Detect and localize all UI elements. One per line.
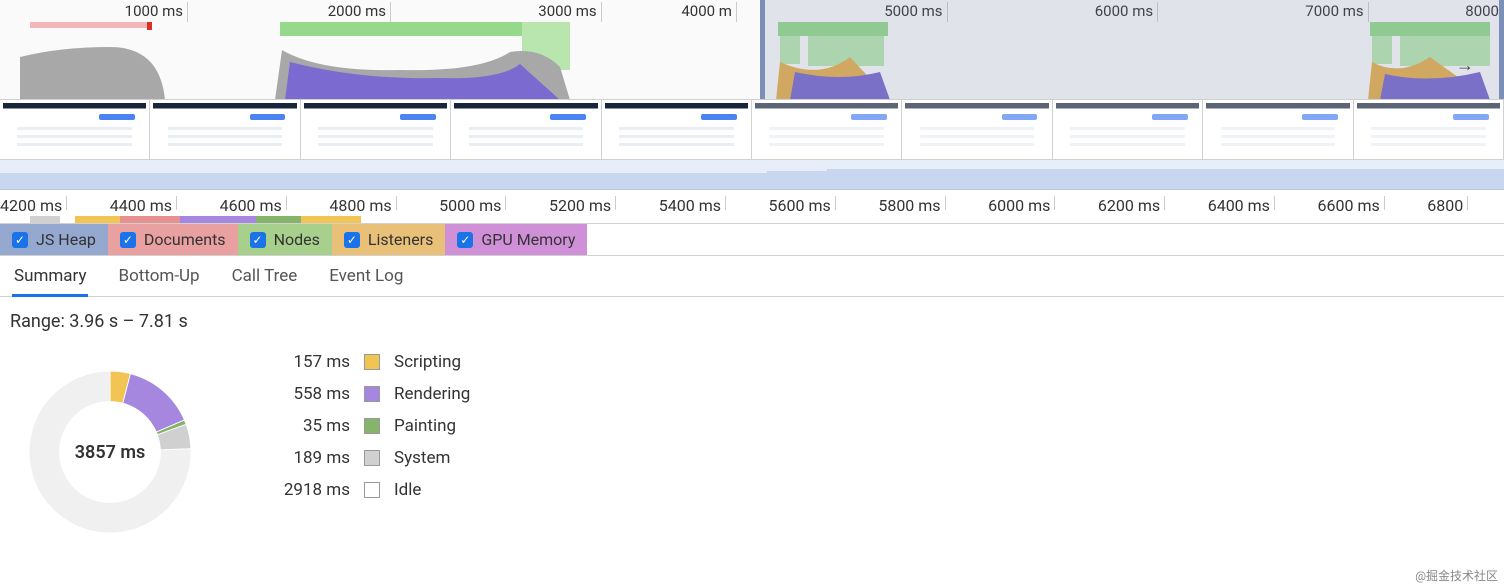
tick: 6600 ms (1318, 196, 1385, 210)
tick: 5200 ms (549, 196, 616, 210)
filter-label: Listeners (368, 230, 433, 249)
tick: 1000 ms (125, 2, 188, 22)
tick: 6800 (1427, 196, 1468, 210)
legend-name: System (394, 448, 450, 468)
summary-legend: 157 ms Scripting 558 ms Rendering 35 ms … (270, 352, 470, 552)
filmstrip-frame[interactable] (902, 100, 1052, 159)
legend-value: 558 ms (270, 384, 350, 404)
tick: 5000 ms (439, 196, 506, 210)
summary-donut-chart: 3857 ms (10, 352, 210, 552)
filter-label: Documents (144, 230, 226, 249)
tick: 4200 ms (0, 196, 67, 210)
summary-tabs: Summary Bottom-Up Call Tree Event Log (0, 256, 1504, 297)
detail-timeline[interactable]: 4200 ms 4400 ms 4600 ms 4800 ms 5000 ms … (0, 190, 1504, 224)
checkbox-checked-icon: ✓ (457, 232, 473, 248)
legend-value: 35 ms (270, 416, 350, 436)
mem-step (827, 169, 1504, 189)
legend-row-rendering: 558 ms Rendering (270, 384, 470, 404)
tick: 5400 ms (659, 196, 726, 210)
legend-name: Scripting (394, 352, 461, 372)
legend-value: 189 ms (270, 448, 350, 468)
swatch-icon (364, 482, 380, 498)
checkbox-checked-icon: ✓ (250, 232, 266, 248)
filter-nodes[interactable]: ✓ Nodes (238, 224, 332, 255)
filter-js-heap[interactable]: ✓ JS Heap (0, 224, 108, 255)
filmstrip-frame[interactable] (1354, 100, 1504, 159)
legend-row-painting: 35 ms Painting (270, 416, 470, 436)
tick: 4000 m (681, 2, 737, 22)
swatch-icon (364, 354, 380, 370)
donut-total: 3857 ms (75, 442, 146, 463)
mem-step (767, 171, 827, 189)
summary-pane: Range: 3.96 s – 7.81 s 3857 ms 157 ms Sc… (0, 297, 1504, 552)
tick: 6400 ms (1208, 196, 1275, 210)
tab-call-tree[interactable]: Call Tree (230, 262, 300, 296)
tick: 6200 ms (1098, 196, 1165, 210)
legend-value: 2918 ms (270, 480, 350, 500)
checkbox-checked-icon: ✓ (120, 232, 136, 248)
tick: 4800 ms (329, 196, 396, 210)
swatch-icon (364, 450, 380, 466)
range-text: Range: 3.96 s – 7.81 s (10, 311, 1504, 332)
filmstrip[interactable] (0, 100, 1504, 160)
filmstrip-frame[interactable] (0, 100, 150, 159)
filmstrip-frame[interactable] (1203, 100, 1353, 159)
legend-name: Painting (394, 416, 456, 436)
overview-selection-handle[interactable] (760, 0, 1504, 99)
watermark: @掘金技术社区 (1415, 567, 1498, 584)
legend-row-idle: 2918 ms Idle (270, 480, 470, 500)
tick: 6000 ms (988, 196, 1055, 210)
filter-label: GPU Memory (481, 230, 575, 249)
tick: 4600 ms (220, 196, 287, 210)
filmstrip-frame[interactable] (301, 100, 451, 159)
tick: 5800 ms (878, 196, 945, 210)
tab-event-log[interactable]: Event Log (327, 262, 405, 296)
swatch-icon (364, 386, 380, 402)
tab-bottom-up[interactable]: Bottom-Up (116, 262, 201, 296)
filmstrip-frame[interactable] (752, 100, 902, 159)
filmstrip-frame[interactable] (451, 100, 601, 159)
filter-documents[interactable]: ✓ Documents (108, 224, 238, 255)
legend-name: Rendering (394, 384, 470, 404)
filmstrip-frame[interactable] (150, 100, 300, 159)
memory-filters: ✓ JS Heap ✓ Documents ✓ Nodes ✓ Listener… (0, 224, 1504, 256)
checkbox-checked-icon: ✓ (344, 232, 360, 248)
legend-name: Idle (394, 480, 421, 500)
filmstrip-frame[interactable] (1053, 100, 1203, 159)
tick: 5600 ms (769, 196, 836, 210)
mem-step (0, 173, 767, 189)
memory-overview[interactable] (0, 160, 1504, 190)
tab-summary[interactable]: Summary (12, 262, 88, 297)
tick: 2000 ms (328, 2, 391, 22)
overview-timeline[interactable]: 1000 ms 2000 ms 3000 ms 4000 m 5000 ms 6… (0, 0, 1504, 100)
filter-gpu-memory[interactable]: ✓ GPU Memory (445, 224, 587, 255)
legend-row-system: 189 ms System (270, 448, 470, 468)
filter-label: JS Heap (36, 230, 96, 249)
filmstrip-frame[interactable] (602, 100, 752, 159)
tick: 3000 ms (538, 2, 601, 22)
swatch-icon (364, 418, 380, 434)
legend-row-scripting: 157 ms Scripting (270, 352, 470, 372)
filter-listeners[interactable]: ✓ Listeners (332, 224, 445, 255)
checkbox-checked-icon: ✓ (12, 232, 28, 248)
flame-strip (0, 216, 1504, 223)
tick: 4400 ms (110, 196, 177, 210)
filter-label: Nodes (274, 230, 320, 249)
legend-value: 157 ms (270, 352, 350, 372)
